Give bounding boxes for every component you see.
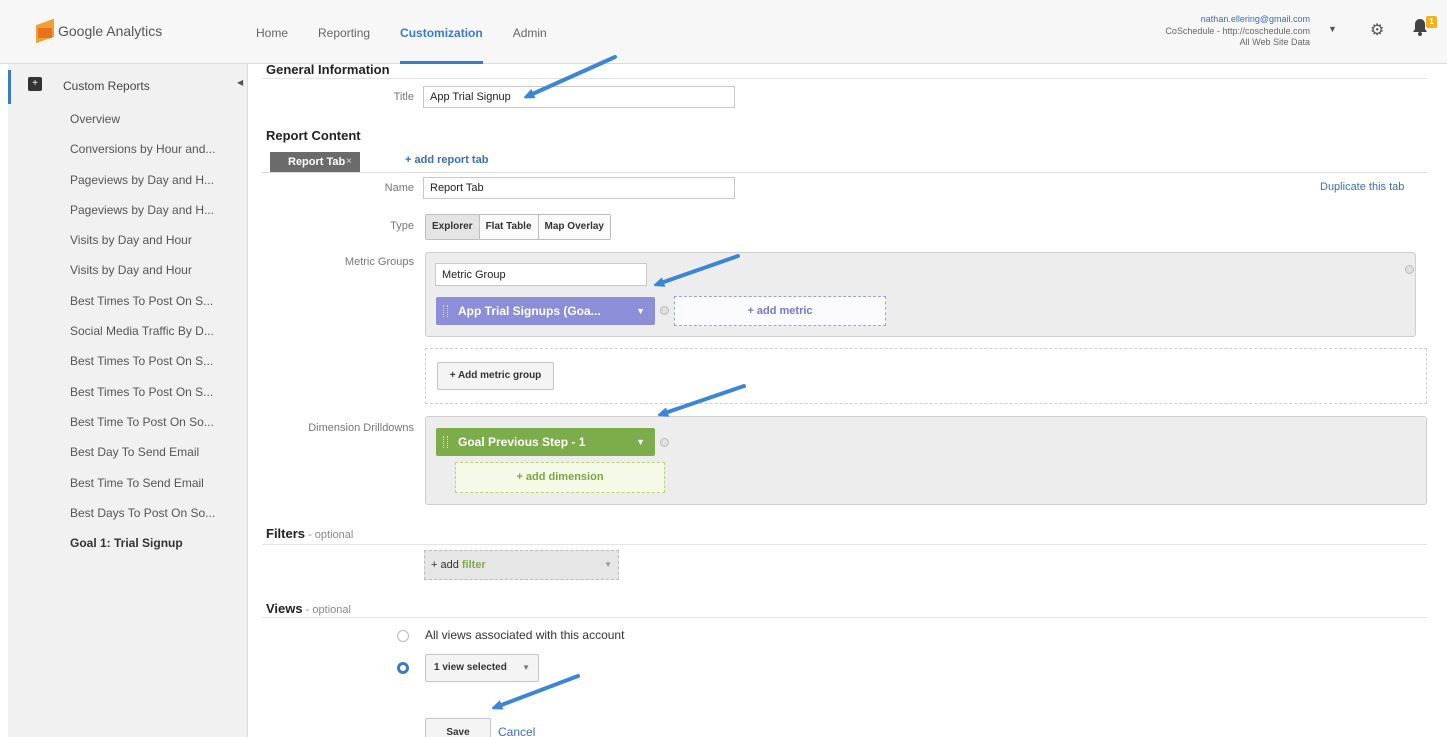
arrow-to-save	[496, 674, 580, 707]
arrow-to-title	[528, 55, 617, 96]
arrow-to-dimension	[662, 384, 746, 414]
annotation-arrows	[0, 55, 746, 737]
arrow-to-metric	[658, 254, 740, 284]
